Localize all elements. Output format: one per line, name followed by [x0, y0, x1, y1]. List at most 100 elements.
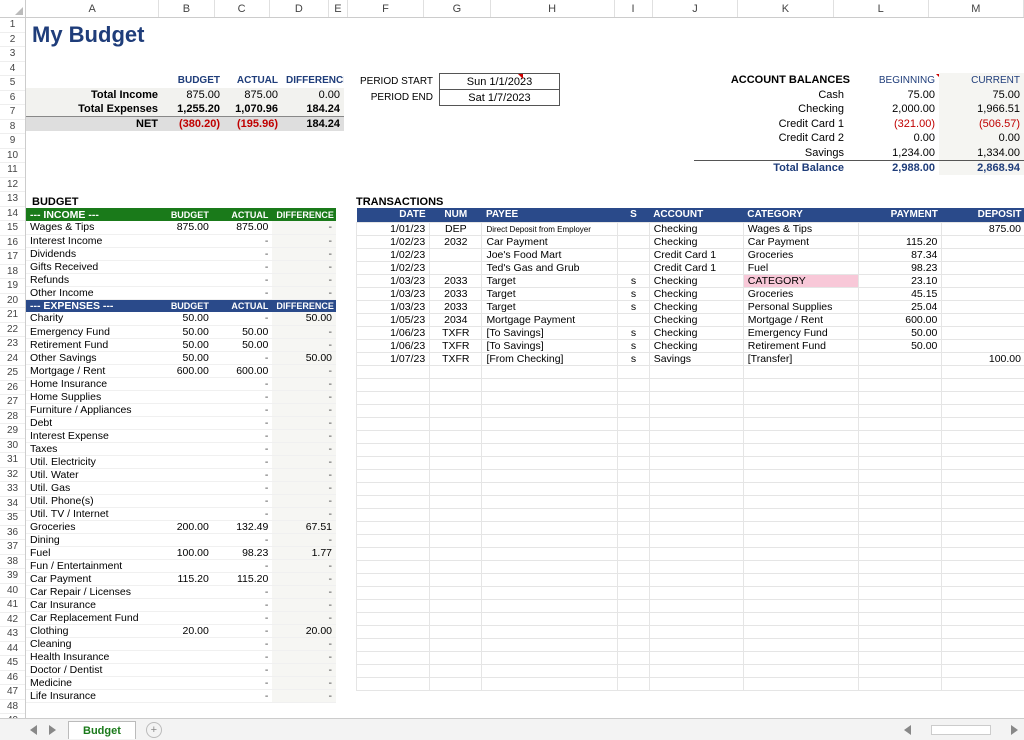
transaction-row-empty[interactable]	[357, 482, 1024, 495]
row-header-9[interactable]: 9	[0, 134, 25, 149]
budget-row[interactable]: Car Payment115.20115.20-	[26, 572, 336, 585]
row-header-11[interactable]: 11	[0, 163, 25, 178]
transaction-row[interactable]: 1/02/23Ted's Gas and GrubCredit Card 1Fu…	[357, 261, 1024, 274]
budget-table[interactable]: --- INCOME ---BUDGETACTUALDIFFERENCEWage…	[26, 208, 336, 703]
budget-row[interactable]: Fuel100.0098.231.77	[26, 546, 336, 559]
row-header-26[interactable]: 26	[0, 381, 25, 396]
col-header-A[interactable]: A	[26, 0, 159, 17]
transaction-row-empty[interactable]	[357, 508, 1024, 521]
row-header-16[interactable]: 16	[0, 236, 25, 251]
transaction-row-empty[interactable]	[357, 365, 1024, 378]
col-header-M[interactable]: M	[929, 0, 1024, 17]
col-header-K[interactable]: K	[738, 0, 833, 17]
budget-row[interactable]: Medicine--	[26, 676, 336, 689]
transaction-row-empty[interactable]	[357, 573, 1024, 586]
budget-row[interactable]: Furniture / Appliances--	[26, 403, 336, 416]
transaction-row[interactable]: 1/06/23TXFR[To Savings]sCheckingRetireme…	[357, 339, 1024, 352]
budget-row[interactable]: Fun / Entertainment--	[26, 559, 336, 572]
transaction-row[interactable]: 1/07/23TXFR[From Checking]sSavings[Trans…	[357, 352, 1024, 365]
budget-row[interactable]: Util. Gas--	[26, 481, 336, 494]
transaction-row[interactable]: 1/02/23Joe's Food MartCredit Card 1Groce…	[357, 248, 1024, 261]
transaction-row-empty[interactable]	[357, 677, 1024, 690]
row-header-14[interactable]: 14	[0, 207, 25, 222]
budget-row[interactable]: Home Supplies--	[26, 390, 336, 403]
col-header-E[interactable]: E	[329, 0, 348, 17]
transaction-row-empty[interactable]	[357, 560, 1024, 573]
budget-row[interactable]: Health Insurance--	[26, 650, 336, 663]
sheet-tab-budget[interactable]: Budget	[68, 721, 136, 739]
row-header-42[interactable]: 42	[0, 613, 25, 628]
row-header-17[interactable]: 17	[0, 250, 25, 265]
row-header-4[interactable]: 4	[0, 62, 25, 77]
budget-row[interactable]: Mortgage / Rent600.00600.00-	[26, 364, 336, 377]
col-header-J[interactable]: J	[653, 0, 739, 17]
budget-row[interactable]: Doctor / Dentist--	[26, 663, 336, 676]
col-header-I[interactable]: I	[615, 0, 653, 17]
budget-row[interactable]: Emergency Fund50.0050.00-	[26, 325, 336, 338]
row-header-27[interactable]: 27	[0, 395, 25, 410]
transaction-row[interactable]: 1/03/232033TargetsCheckingPersonal Suppl…	[357, 300, 1024, 313]
row-header-22[interactable]: 22	[0, 323, 25, 338]
transaction-row[interactable]: 1/05/232034Mortgage PaymentCheckingMortg…	[357, 313, 1024, 326]
col-header-B[interactable]: B	[159, 0, 214, 17]
row-header-3[interactable]: 3	[0, 47, 25, 62]
row-header-46[interactable]: 46	[0, 671, 25, 686]
budget-row[interactable]: Debt--	[26, 416, 336, 429]
row-header-36[interactable]: 36	[0, 526, 25, 541]
transaction-row[interactable]: 1/03/232033TargetsCheckingGroceries45.15	[357, 287, 1024, 300]
row-header-35[interactable]: 35	[0, 511, 25, 526]
row-header-20[interactable]: 20	[0, 294, 25, 309]
row-header-18[interactable]: 18	[0, 265, 25, 280]
row-header-10[interactable]: 10	[0, 149, 25, 164]
row-header-6[interactable]: 6	[0, 91, 25, 106]
scroll-track[interactable]	[931, 725, 991, 735]
budget-row[interactable]: Retirement Fund50.0050.00-	[26, 338, 336, 351]
transaction-row[interactable]: 1/06/23TXFR[To Savings]sCheckingEmergenc…	[357, 326, 1024, 339]
transaction-row-empty[interactable]	[357, 586, 1024, 599]
scroll-left-icon[interactable]	[904, 725, 911, 735]
transaction-row[interactable]: 1/03/232033TargetsCheckingCATEGORY23.10	[357, 274, 1024, 287]
col-header-H[interactable]: H	[491, 0, 615, 17]
transactions-table[interactable]: DATENUMPAYEESACCOUNTCATEGORYPAYMENTDEPOS…	[356, 208, 1024, 691]
row-header-32[interactable]: 32	[0, 468, 25, 483]
row-header-33[interactable]: 33	[0, 482, 25, 497]
row-header-13[interactable]: 13	[0, 192, 25, 207]
transaction-row-empty[interactable]	[357, 638, 1024, 651]
transaction-row[interactable]: 1/01/23DEPDirect Deposit from EmployerCh…	[357, 222, 1024, 235]
row-header-30[interactable]: 30	[0, 439, 25, 454]
col-header-D[interactable]: D	[270, 0, 329, 17]
transaction-row-empty[interactable]	[357, 430, 1024, 443]
row-header-40[interactable]: 40	[0, 584, 25, 599]
row-header-31[interactable]: 31	[0, 453, 25, 468]
budget-row[interactable]: Util. TV / Internet--	[26, 507, 336, 520]
tab-nav-next-icon[interactable]	[49, 725, 56, 735]
transaction-row-empty[interactable]	[357, 443, 1024, 456]
budget-row[interactable]: Home Insurance--	[26, 377, 336, 390]
transaction-row-empty[interactable]	[357, 521, 1024, 534]
col-header-F[interactable]: F	[348, 0, 424, 17]
budget-row[interactable]: Wages & Tips875.00875.00-	[26, 221, 336, 234]
transaction-row-empty[interactable]	[357, 599, 1024, 612]
row-header-21[interactable]: 21	[0, 308, 25, 323]
col-header-G[interactable]: G	[424, 0, 491, 17]
select-all-corner[interactable]	[0, 0, 26, 18]
row-header-38[interactable]: 38	[0, 555, 25, 570]
row-header-43[interactable]: 43	[0, 627, 25, 642]
budget-row[interactable]: Util. Phone(s)--	[26, 494, 336, 507]
row-header-8[interactable]: 8	[0, 120, 25, 135]
budget-row[interactable]: Other Income--	[26, 286, 336, 299]
add-sheet-button[interactable]: +	[146, 722, 162, 738]
row-header-45[interactable]: 45	[0, 656, 25, 671]
row-header-23[interactable]: 23	[0, 337, 25, 352]
budget-row[interactable]: Util. Water--	[26, 468, 336, 481]
transaction-row-empty[interactable]	[357, 378, 1024, 391]
transaction-row[interactable]: 1/02/232032Car PaymentCheckingCar Paymen…	[357, 235, 1024, 248]
transaction-row-empty[interactable]	[357, 534, 1024, 547]
tab-nav-prev-icon[interactable]	[30, 725, 37, 735]
row-header-7[interactable]: 7	[0, 105, 25, 120]
transaction-row-empty[interactable]	[357, 664, 1024, 677]
col-header-L[interactable]: L	[834, 0, 929, 17]
budget-row[interactable]: Groceries200.00132.4967.51	[26, 520, 336, 533]
row-header-44[interactable]: 44	[0, 642, 25, 657]
row-header-2[interactable]: 2	[0, 33, 25, 48]
